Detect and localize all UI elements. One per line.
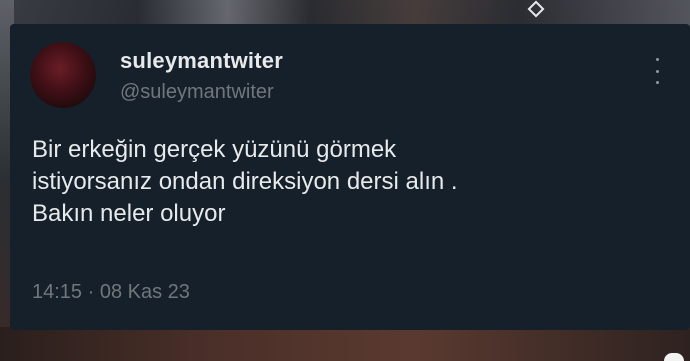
tweet-card: suleymantwiter @suleymantwiter Bir erkeğ… [10, 24, 690, 330]
user-handle[interactable]: @suleymantwiter [120, 81, 274, 104]
background-bottom-blur [0, 327, 690, 361]
tweet-text-line: istiyorsanız ondan direksiyon dersi alın… [32, 168, 458, 195]
tweet-timestamp[interactable]: 14:15 · 08 Kas 23 [32, 281, 190, 304]
tweet-date: 08 Kas 23 [99, 281, 190, 303]
more-vertical-icon[interactable] [652, 58, 662, 84]
display-name[interactable]: suleymantwiter [120, 48, 283, 74]
meta-separator: · [87, 281, 95, 303]
tweet-text-line: Bir erkeğin gerçek yüzünü görmek [32, 136, 397, 163]
overlay-badge [664, 353, 684, 361]
avatar[interactable] [30, 42, 96, 108]
tweet-text: Bir erkeğin gerçek yüzünü görmek istiyor… [32, 134, 662, 230]
tweet-time: 14:15 [32, 281, 83, 303]
tweet-text-line: Bakın neler oluyor [32, 200, 226, 227]
